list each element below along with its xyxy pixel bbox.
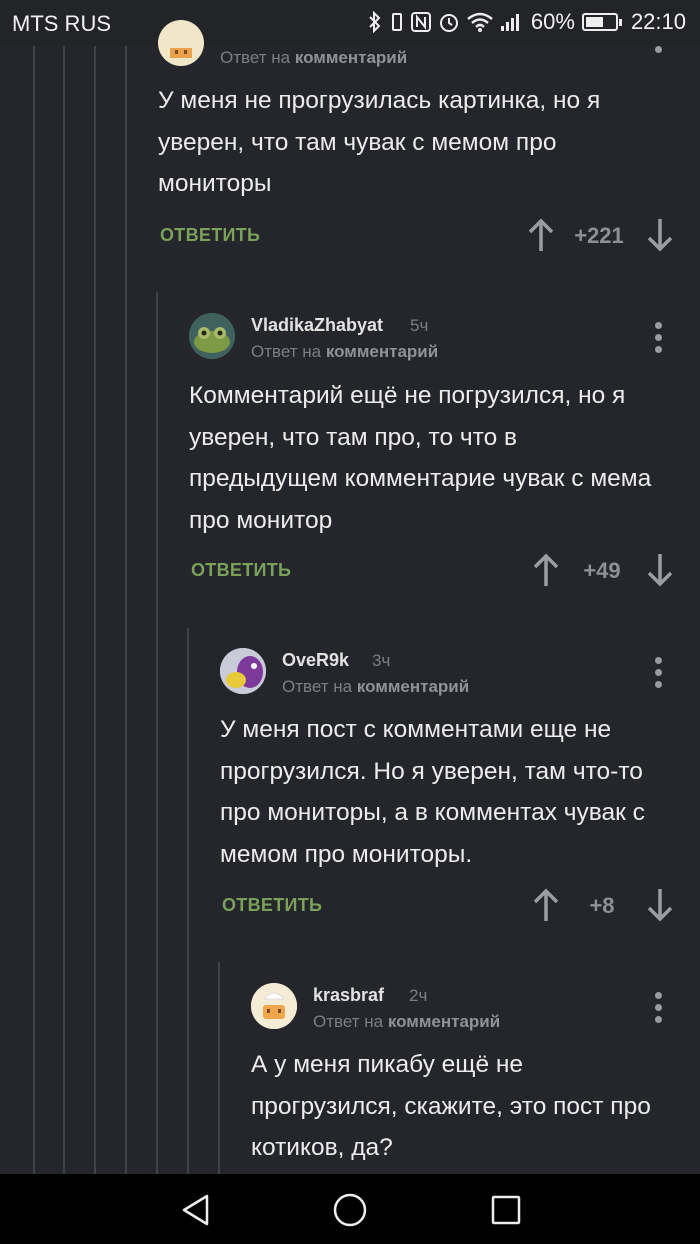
reply-to-link[interactable]: комментарий xyxy=(295,48,407,67)
battery-percent: 60% xyxy=(530,9,575,34)
comment-text: А у меня пикабу ещё не прогрузился, скаж… xyxy=(251,1051,651,1161)
back-icon[interactable] xyxy=(175,1190,215,1230)
battery-icon xyxy=(581,13,622,31)
reply-to: Ответ на комментарий xyxy=(282,677,470,696)
reply-button[interactable]: ОТВЕТИТЬ xyxy=(191,560,291,581)
nfc-icon xyxy=(410,12,431,32)
reply-button[interactable]: ОТВЕТИТЬ xyxy=(222,895,322,916)
author-name[interactable]: OveR9k xyxy=(282,650,349,671)
downvote-icon[interactable] xyxy=(645,217,675,253)
clock: 22:10 xyxy=(630,9,686,34)
comment-time: 3ч xyxy=(372,651,391,670)
score: +221 xyxy=(574,223,624,248)
reply-to: Ответ на комментарий xyxy=(220,48,408,67)
downvote-icon[interactable] xyxy=(645,552,675,588)
carrier-name: MTS RUS xyxy=(12,11,111,36)
more-options-icon[interactable] xyxy=(655,46,663,78)
author-name[interactable]: krasbraf xyxy=(313,985,384,1006)
thread-line xyxy=(63,46,65,1174)
thread-line xyxy=(218,962,220,1174)
bluetooth-icon xyxy=(367,11,383,33)
thread-line xyxy=(125,46,127,1174)
author-name[interactable]: VladikaZhabyat xyxy=(251,315,383,336)
navigation-bar xyxy=(0,1174,700,1244)
upvote-icon[interactable] xyxy=(531,552,561,588)
reply-to: Ответ на комментарий xyxy=(251,342,439,361)
vibrate-icon xyxy=(390,11,404,33)
home-icon[interactable] xyxy=(330,1190,370,1230)
recent-apps-icon[interactable] xyxy=(486,1190,526,1230)
thread-line xyxy=(156,292,158,1174)
alarm-icon xyxy=(438,11,460,33)
more-options-icon[interactable] xyxy=(655,992,663,1024)
more-options-icon[interactable] xyxy=(655,657,663,689)
thread-line xyxy=(94,46,96,1174)
downvote-icon[interactable] xyxy=(645,887,675,923)
comment-text: У меня пост с комментами еще не прогрузи… xyxy=(220,716,645,868)
thread-line xyxy=(187,628,189,1174)
avatar[interactable] xyxy=(189,313,235,359)
score: +8 xyxy=(589,893,615,918)
reply-to-link[interactable]: комментарий xyxy=(357,677,469,696)
status-bar: MTS RUS 60% 22:10 xyxy=(0,0,700,46)
reply-to: Ответ на комментарий xyxy=(313,1012,501,1031)
comment-text: Комментарий ещё не погрузился, но я увер… xyxy=(189,382,652,534)
upvote-icon[interactable] xyxy=(531,887,561,923)
upvote-icon[interactable] xyxy=(526,217,556,253)
comment-text: У меня не прогрузилась картинка, но я ув… xyxy=(158,87,601,197)
signal-icon xyxy=(500,12,524,32)
avatar[interactable] xyxy=(220,648,266,694)
score: +49 xyxy=(583,558,621,583)
wifi-icon xyxy=(467,12,493,32)
comment-time: 2ч xyxy=(409,986,428,1005)
reply-button[interactable]: ОТВЕТИТЬ xyxy=(160,225,260,246)
reply-to-link[interactable]: комментарий xyxy=(388,1012,500,1031)
thread-line xyxy=(33,46,35,1174)
more-options-icon[interactable] xyxy=(655,322,663,354)
reply-to-link[interactable]: комментарий xyxy=(326,342,438,361)
avatar[interactable] xyxy=(158,20,204,66)
avatar[interactable] xyxy=(251,983,297,1029)
comment-time: 5ч xyxy=(410,316,429,335)
